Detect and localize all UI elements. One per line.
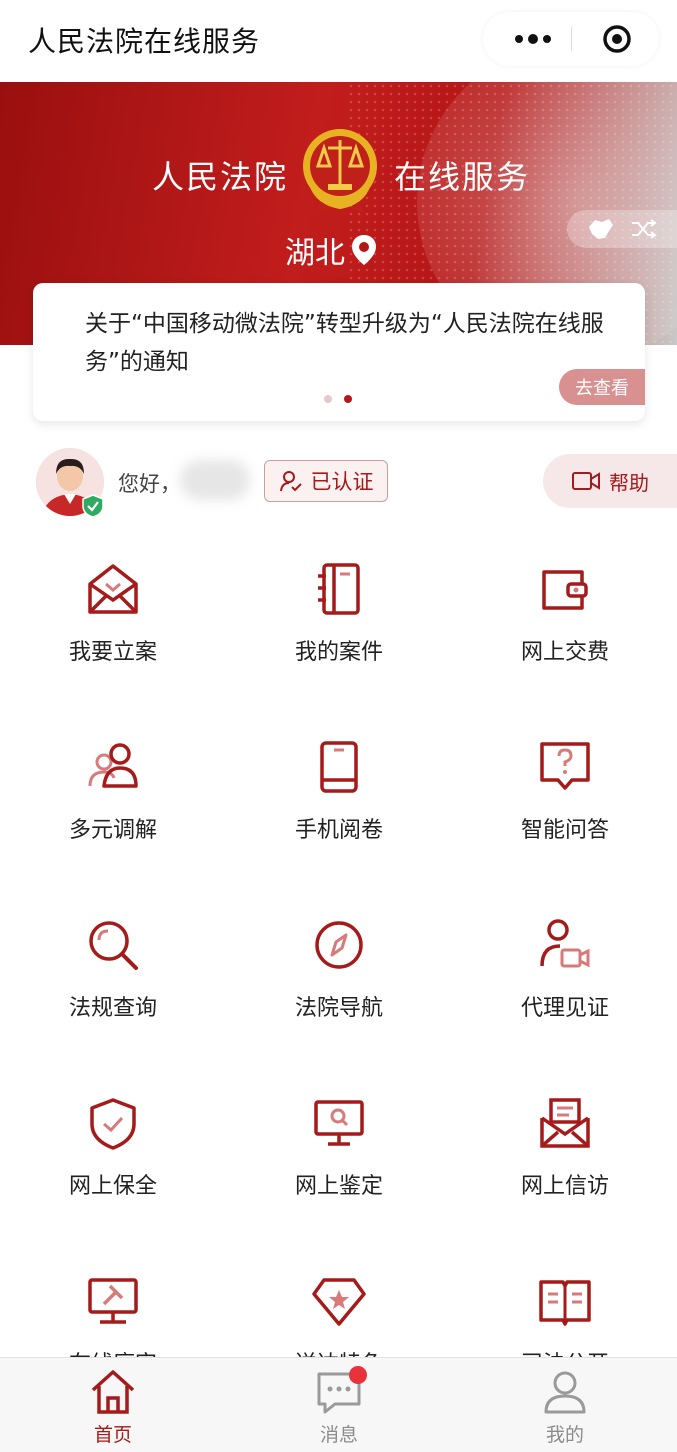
capsule-divider [571,27,572,51]
service-tile-smart-qa[interactable]: 智能问答 [452,718,677,896]
verified-badge[interactable]: 已认证 [264,460,388,502]
top-nav-bar: 人民法院在线服务 [0,0,677,82]
greeting-text: 您好， [118,472,181,496]
verified-shield-icon [82,494,104,518]
service-tile-court-navigation[interactable]: 法院导航 [226,896,452,1074]
region-label: 湖北 [285,236,345,271]
more-menu-button[interactable] [497,12,569,66]
wallet-icon [542,570,588,610]
notice-text: 关于“中国移动微法院”转型升级为“人民法院在线服务”的通知 [85,311,604,375]
bottom-tab-bar: 首页 消息 我的 [0,1357,677,1452]
banner-title-left: 人民法院 [152,158,289,196]
service-tile-file-case[interactable]: 我要立案 [0,540,226,718]
page-title: 人民法院在线服务 [28,25,261,58]
gavel-monitor-icon [88,1278,138,1324]
target-close-icon [603,25,631,53]
service-label: 代理见证 [520,996,609,1021]
mini-program-capsule [483,12,659,66]
banner-title-right: 在线服务 [394,158,531,196]
view-notice-button[interactable]: 去查看 [559,369,645,405]
location-pin-icon [352,235,376,265]
tab-home[interactable]: 首页 [0,1358,226,1452]
more-dot-icon [528,34,538,44]
service-label: 我要立案 [68,640,157,665]
home-icon [91,1370,135,1414]
carousel-indicator [324,395,352,403]
envelope-icon [88,564,138,614]
shuffle-icon [632,219,657,239]
notice-card[interactable]: 关于“中国移动微法院”转型升级为“人民法院在线服务”的通知 去查看 [33,283,645,421]
open-book-icon [539,1280,591,1326]
court-emblem-icon [303,129,377,214]
tab-label: 首页 [93,1424,132,1446]
service-tile-appraisal[interactable]: 网上鉴定 [226,1074,452,1252]
service-label: 网上保全 [68,1174,157,1199]
more-dot-icon [543,35,551,43]
compass-icon [315,921,363,969]
masked-username [180,460,250,500]
region-switch-button[interactable] [567,210,677,248]
close-mini-program-button[interactable] [587,12,647,66]
help-button[interactable]: 帮助 [543,454,677,508]
monitor-search-icon [314,1100,364,1146]
service-label: 网上鉴定 [294,1174,383,1199]
service-label: 法院导航 [294,996,383,1021]
service-tile-preservation[interactable]: 网上保全 [0,1074,226,1252]
carousel-dot[interactable] [324,395,332,403]
tab-label: 消息 [319,1424,358,1446]
question-bubble-icon [540,742,590,790]
service-tile-my-cases[interactable]: 我的案件 [226,540,452,718]
service-tile-online-payment[interactable]: 网上交费 [452,540,677,718]
shield-check-icon [90,1098,136,1150]
service-label: 手机阅卷 [294,818,383,843]
notebook-icon [318,563,360,615]
service-label: 智能问答 [520,818,609,843]
person-video-icon [540,919,590,968]
profile-icon [544,1371,586,1414]
service-tile-mediation[interactable]: 多元调解 [0,718,226,896]
service-label: 法规查询 [68,996,157,1021]
letter-icon [540,1098,590,1148]
magnifier-icon [89,921,138,970]
service-tile-mobile-dossier[interactable]: 手机阅卷 [226,718,452,896]
service-label: 多元调解 [68,818,157,843]
person-check-icon [279,471,302,492]
people-icon [88,743,138,788]
tab-messages[interactable]: 消息 [226,1358,452,1452]
service-label: 网上信访 [520,1174,609,1199]
tab-profile[interactable]: 我的 [452,1358,677,1452]
tab-label: 我的 [545,1424,584,1446]
unread-badge [349,1366,367,1384]
service-tile-petition[interactable]: 网上信访 [452,1074,677,1252]
help-label: 帮助 [609,470,649,495]
carousel-dot-active[interactable] [344,395,352,403]
star-badge-icon [312,1278,366,1326]
video-camera-icon [572,472,600,490]
more-dot-icon [515,35,523,43]
service-tile-law-search[interactable]: 法规查询 [0,896,226,1074]
user-info-row: 您好， 已认证 帮助 [0,440,677,524]
verified-label: 已认证 [310,470,374,494]
china-map-icon [589,219,613,239]
tablet-icon [320,741,358,793]
service-label: 网上交费 [520,640,609,665]
service-label: 我的案件 [294,640,383,665]
region-selector[interactable]: 湖北 [285,228,377,272]
service-tile-agency-witness[interactable]: 代理见证 [452,896,677,1074]
